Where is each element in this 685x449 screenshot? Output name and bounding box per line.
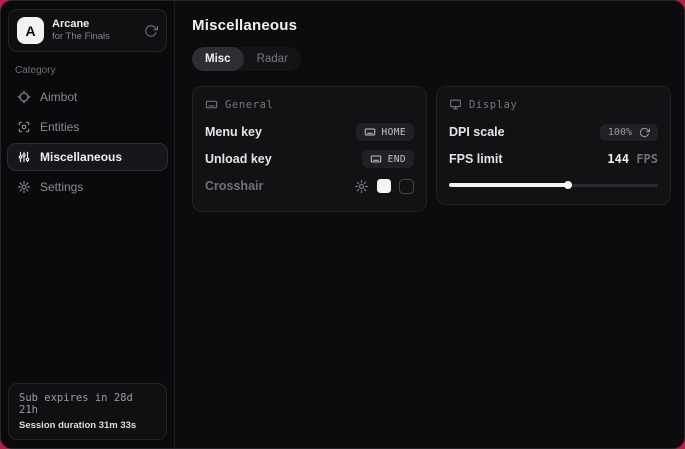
session-duration-text: Session duration 31m 33s: [19, 420, 156, 431]
slider-fill: [449, 183, 568, 187]
sidebar-item-label: Miscellaneous: [40, 150, 122, 164]
fps-limit-slider[interactable]: [449, 179, 658, 191]
app-window: A Arcane for The Finals Category: [0, 0, 685, 449]
sidebar-item-entities[interactable]: Entities: [7, 113, 168, 141]
unload-key-label: Unload key: [205, 152, 272, 166]
scan-icon: [16, 120, 31, 134]
card-title: Display: [469, 99, 517, 111]
main-content: Miscellaneous Misc Radar General Menu ke…: [175, 1, 685, 448]
keybind-value: END: [388, 154, 406, 165]
menu-keybind-button[interactable]: HOME: [356, 123, 414, 141]
app-logo: A: [17, 17, 44, 44]
dpi-scale-label: DPI scale: [449, 125, 505, 139]
tab-misc[interactable]: Misc: [192, 47, 244, 71]
display-card: Display DPI scale 100%: [436, 86, 671, 205]
dpi-scale-row: DPI scale 100%: [449, 120, 658, 144]
crosshair-row: Crosshair: [205, 174, 414, 198]
tab-radar[interactable]: Radar: [244, 47, 301, 71]
page-title: Miscellaneous: [192, 17, 671, 34]
card-title: General: [225, 99, 273, 111]
category-label: Category: [15, 65, 160, 76]
brand-subtitle: for The Finals: [52, 31, 136, 43]
subscription-info: Sub expires in 28d 21h Session duration …: [8, 383, 167, 440]
brand-card: A Arcane for The Finals: [8, 9, 167, 52]
crosshair-color-swatch[interactable]: [377, 179, 391, 193]
fps-limit-row: FPS limit 144 FPS: [449, 147, 658, 171]
fps-limit-unit: FPS: [636, 152, 658, 166]
keybind-value: HOME: [382, 127, 406, 138]
unload-key-row: Unload key END: [205, 147, 414, 171]
sidebar: A Arcane for The Finals Category: [1, 1, 175, 448]
sidebar-item-label: Settings: [40, 180, 83, 194]
menu-key-label: Menu key: [205, 125, 262, 139]
menu-key-row: Menu key HOME: [205, 120, 414, 144]
sidebar-item-settings[interactable]: Settings: [7, 173, 168, 201]
sliders-icon: [16, 150, 31, 164]
cards-row: General Menu key HOME Unload key: [192, 86, 671, 212]
keyboard-icon: [205, 98, 218, 111]
dpi-scale-select[interactable]: 100%: [600, 124, 658, 141]
sub-expiry-text: Sub expires in 28d 21h: [19, 392, 156, 416]
crosshair-label: Crosshair: [205, 179, 263, 193]
refresh-icon: [639, 127, 650, 138]
slider-thumb[interactable]: [564, 181, 572, 189]
tab-bar: Misc Radar: [192, 47, 301, 71]
sidebar-item-label: Aimbot: [40, 90, 77, 104]
fps-limit-label: FPS limit: [449, 152, 502, 166]
keyboard-icon: [364, 126, 376, 138]
refresh-icon[interactable]: [144, 24, 158, 38]
unload-keybind-button[interactable]: END: [362, 150, 414, 168]
monitor-icon: [449, 98, 462, 111]
crosshair-settings-gear-icon[interactable]: [354, 179, 369, 194]
fps-limit-value: 144: [607, 152, 629, 166]
sidebar-item-aimbot[interactable]: Aimbot: [7, 83, 168, 111]
sidebar-item-label: Entities: [40, 120, 79, 134]
brand-title: Arcane: [52, 18, 136, 32]
crosshair-checkbox[interactable]: [399, 179, 414, 194]
keyboard-icon: [370, 153, 382, 165]
gear-icon: [16, 180, 31, 194]
sidebar-nav: Aimbot Entities Miscel: [1, 83, 174, 201]
sidebar-item-miscellaneous[interactable]: Miscellaneous: [7, 143, 168, 171]
general-card: General Menu key HOME Unload key: [192, 86, 427, 212]
dpi-scale-value: 100%: [608, 127, 632, 138]
crosshair-icon: [16, 90, 31, 104]
